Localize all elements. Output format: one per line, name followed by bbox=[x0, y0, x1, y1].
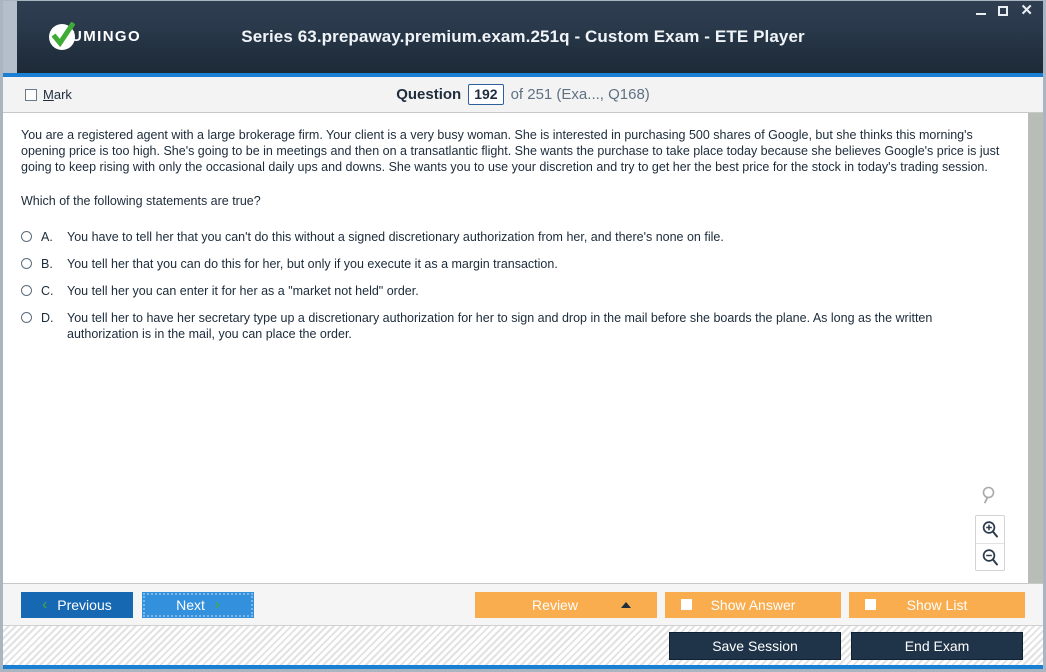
vertical-scrollbar[interactable] bbox=[1027, 113, 1043, 583]
option-text: You tell her that you can do this for he… bbox=[67, 257, 558, 271]
save-session-button[interactable]: Save Session bbox=[669, 631, 841, 660]
next-button[interactable]: Next › bbox=[142, 591, 254, 618]
maximize-icon[interactable] bbox=[998, 6, 1009, 16]
navigation-toolbar: ‹ Previous Next › Review Show Answer Sho… bbox=[3, 583, 1043, 625]
zoom-panel bbox=[975, 515, 1005, 571]
next-button-label: Next bbox=[176, 596, 205, 613]
ete-player-window: UMINGO Series 63.prepaway.premium.exam.2… bbox=[0, 0, 1046, 672]
answer-options-list: A. You have to tell her that you can't d… bbox=[21, 229, 1005, 342]
show-answer-button[interactable]: Show Answer bbox=[665, 591, 841, 618]
logo-wordmark: UMINGO bbox=[71, 28, 142, 45]
show-answer-label: Show Answer bbox=[710, 596, 796, 613]
review-button-label: Review bbox=[532, 596, 578, 613]
end-exam-button[interactable]: End Exam bbox=[851, 631, 1023, 660]
mark-checkbox[interactable] bbox=[25, 88, 37, 101]
question-stem: You are a registered agent with a large … bbox=[21, 128, 1000, 174]
question-number-input[interactable]: 192 bbox=[468, 84, 504, 105]
question-content: You are a registered agent with a large … bbox=[3, 113, 1027, 583]
show-list-button[interactable]: Show List bbox=[849, 591, 1025, 618]
answer-option-c[interactable]: C. You tell her you can enter it for her… bbox=[21, 283, 1005, 299]
check-circle-icon bbox=[49, 22, 75, 50]
content-area: You are a registered agent with a large … bbox=[3, 113, 1043, 583]
square-icon bbox=[681, 599, 692, 610]
toolbar-right-group: Review Show Answer Show List bbox=[475, 591, 1025, 618]
previous-button-label: Previous bbox=[57, 596, 112, 613]
zoom-controls bbox=[975, 485, 1005, 571]
radio-button-b[interactable] bbox=[21, 258, 32, 269]
option-letter: C. bbox=[41, 284, 54, 298]
answer-option-a[interactable]: A. You have to tell her that you can't d… bbox=[21, 229, 1005, 245]
mark-label: Mark bbox=[43, 87, 72, 102]
title-bar: UMINGO Series 63.prepaway.premium.exam.2… bbox=[3, 1, 1043, 77]
vumingo-logo: UMINGO bbox=[49, 22, 142, 50]
radio-button-a[interactable] bbox=[21, 231, 32, 242]
chevron-right-icon: › bbox=[214, 596, 220, 613]
radio-button-d[interactable] bbox=[21, 312, 32, 323]
question-total-label: of 251 (Exa..., Q168) bbox=[510, 86, 650, 103]
option-text: You have to tell her that you can't do t… bbox=[67, 230, 724, 244]
option-text: You tell her to have her secretary type … bbox=[67, 311, 933, 341]
close-icon[interactable]: ✕ bbox=[1020, 3, 1033, 18]
question-prompt: Which of the following statements are tr… bbox=[21, 194, 261, 208]
window-controls: ✕ bbox=[976, 3, 1033, 18]
status-bar: Save Session End Exam bbox=[3, 625, 1043, 669]
show-list-label: Show List bbox=[906, 596, 968, 613]
search-icon[interactable] bbox=[980, 485, 1000, 510]
chevron-left-icon: ‹ bbox=[42, 596, 48, 613]
radio-button-c[interactable] bbox=[21, 285, 32, 296]
question-counter: Question 192 of 251 (Exa..., Q168) bbox=[3, 84, 1043, 105]
mark-checkbox-group[interactable]: Mark bbox=[25, 87, 72, 102]
question-header-bar: Mark Question 192 of 251 (Exa..., Q168) bbox=[3, 77, 1043, 113]
answer-option-b[interactable]: B. You tell her that you can do this for… bbox=[21, 256, 1005, 272]
window-title: Series 63.prepaway.premium.exam.251q - C… bbox=[241, 27, 805, 46]
option-text: You tell her you can enter it for her as… bbox=[67, 284, 419, 298]
square-icon bbox=[865, 599, 876, 610]
previous-button[interactable]: ‹ Previous bbox=[21, 591, 133, 618]
option-letter: A. bbox=[41, 230, 53, 244]
minimize-icon[interactable] bbox=[976, 13, 987, 15]
review-button[interactable]: Review bbox=[475, 591, 657, 618]
zoom-out-icon[interactable] bbox=[976, 543, 1004, 570]
titlebar-left-edge bbox=[3, 1, 17, 73]
zoom-in-icon[interactable] bbox=[976, 516, 1004, 543]
caret-up-icon bbox=[621, 601, 631, 608]
save-session-label: Save Session bbox=[712, 637, 798, 654]
option-letter: B. bbox=[41, 257, 53, 271]
end-exam-label: End Exam bbox=[904, 637, 970, 654]
option-letter: D. bbox=[41, 311, 54, 325]
answer-option-d[interactable]: D. You tell her to have her secretary ty… bbox=[21, 310, 1005, 342]
question-label: Question bbox=[396, 86, 462, 103]
